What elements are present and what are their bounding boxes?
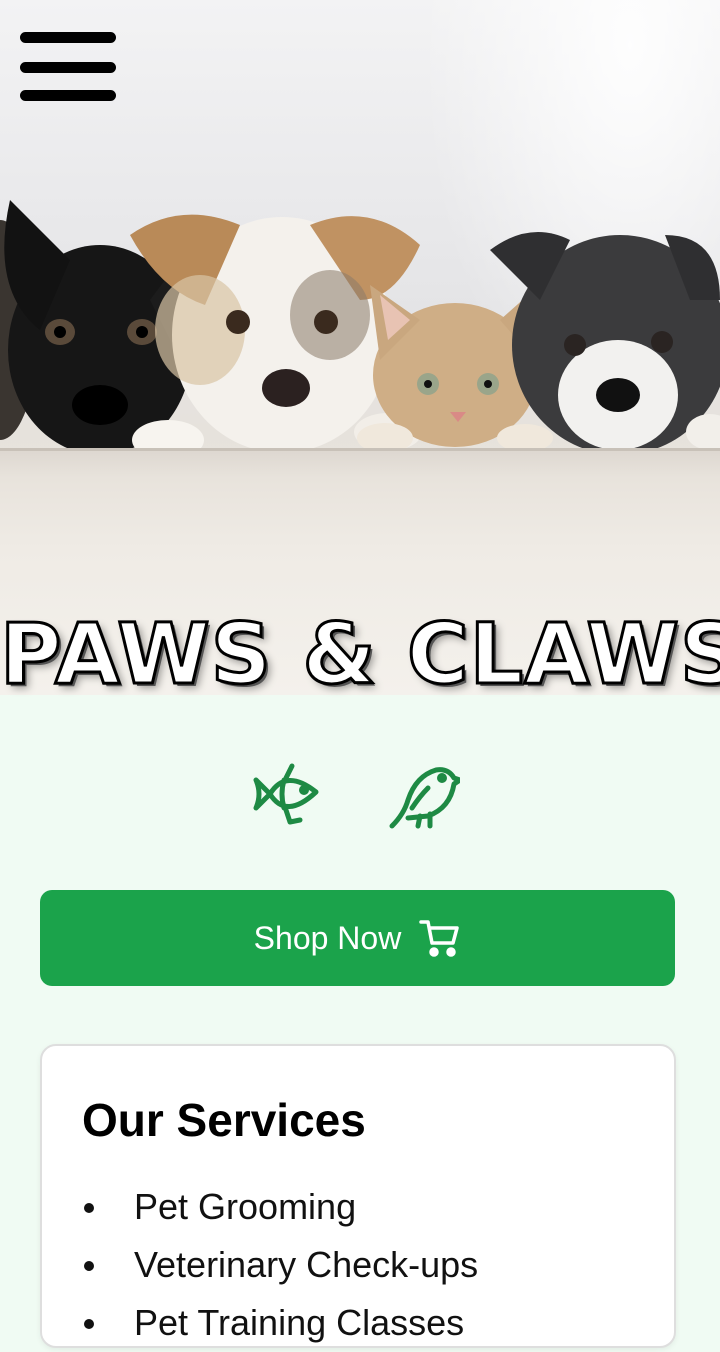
brand-title: PAWS & CLAWS (0, 605, 720, 703)
shopping-cart-icon (419, 920, 460, 957)
service-item-grooming: Pet Grooming (82, 1178, 478, 1236)
service-item-vet-checkups: Veterinary Check-ups (82, 1236, 478, 1294)
bird-icon (389, 767, 460, 829)
shop-now-button[interactable]: Shop Now (40, 890, 675, 986)
grey-white-dog (490, 232, 720, 455)
service-item-training: Pet Training Classes (82, 1294, 478, 1352)
services-title: Our Services (82, 1094, 366, 1146)
pet-icons (250, 758, 470, 830)
shop-now-label: Shop Now (253, 919, 402, 956)
hero-banner (0, 0, 720, 695)
fish-icon (253, 763, 319, 825)
services-list: Pet Grooming Veterinary Check-ups Pet Tr… (82, 1178, 478, 1352)
hamburger-menu-icon[interactable] (20, 32, 116, 104)
services-card: Our Services Pet Grooming Veterinary Che… (40, 1044, 676, 1348)
